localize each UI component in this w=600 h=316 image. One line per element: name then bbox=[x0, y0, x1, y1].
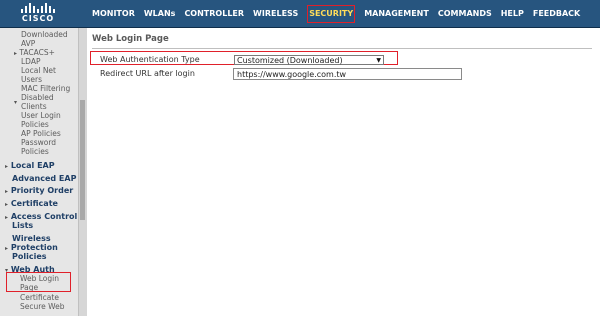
web-auth-type-label: Web Authentication Type bbox=[100, 55, 200, 64]
web-auth-type-value: Customized (Downloaded) bbox=[237, 56, 343, 65]
expand-arrow-icon: ▸ bbox=[5, 245, 9, 252]
sidebar-section-wireless[interactable]: Wireless bbox=[12, 234, 51, 243]
nav-monitor[interactable]: MONITOR bbox=[92, 0, 135, 27]
sidebar-item-password[interactable]: Password bbox=[21, 138, 56, 147]
sidebar-item-disabled[interactable]: Disabled bbox=[21, 93, 54, 102]
nav-controller[interactable]: CONTROLLER bbox=[184, 0, 244, 27]
sidebar-item-certificate[interactable]: Certificate bbox=[20, 293, 59, 302]
sidebar-item-password-policies[interactable]: Policies bbox=[21, 147, 49, 156]
nav-wireless[interactable]: WIRELESS bbox=[253, 0, 298, 27]
nav-wlans[interactable]: WLANs bbox=[144, 0, 176, 27]
sidebar-item-policies[interactable]: Policies bbox=[21, 120, 49, 129]
sidebar-section-certificate[interactable]: ▸ Certificate bbox=[5, 199, 58, 209]
redirect-url-label: Redirect URL after login bbox=[100, 69, 195, 78]
sidebar-section-lists[interactable]: Lists bbox=[12, 221, 33, 230]
cisco-bars-icon bbox=[8, 3, 68, 13]
web-auth-type-select[interactable]: Customized (Downloaded) ▼ bbox=[234, 55, 384, 65]
nav-management[interactable]: MANAGEMENT bbox=[364, 0, 429, 27]
sidebar-item-avp[interactable]: AVP bbox=[21, 39, 35, 48]
collapse-arrow-icon[interactable]: ▾ bbox=[14, 97, 17, 107]
sidebar-item-local-net[interactable]: Local Net bbox=[21, 66, 56, 75]
redirect-url-input[interactable]: https://www.google.com.tw bbox=[233, 68, 462, 80]
sidebar-scroll-thumb[interactable] bbox=[80, 100, 85, 220]
expand-arrow-icon: ▸ bbox=[5, 201, 9, 208]
sidebar-item-clients[interactable]: Clients bbox=[21, 102, 47, 111]
cisco-logo: CISCO bbox=[8, 3, 68, 24]
sidebar-item-mac-filtering[interactable]: MAC Filtering bbox=[21, 84, 70, 93]
page-title: Web Login Page bbox=[92, 34, 169, 44]
main-menu: MONITOR WLANs CONTROLLER WIRELESS SECURI… bbox=[92, 0, 589, 27]
brand-name: CISCO bbox=[21, 14, 55, 23]
dropdown-arrow-icon: ▼ bbox=[376, 57, 381, 64]
nav-feedback[interactable]: FEEDBACK bbox=[533, 0, 580, 27]
title-divider bbox=[92, 48, 592, 49]
sidebar-item-secure-web[interactable]: Secure Web bbox=[20, 302, 65, 311]
nav-help[interactable]: HELP bbox=[501, 0, 524, 27]
highlight-web-login-page bbox=[6, 272, 71, 292]
expand-arrow-icon: ▸ bbox=[5, 163, 9, 170]
nav-commands[interactable]: COMMANDS bbox=[438, 0, 492, 27]
nav-security[interactable]: SECURITY bbox=[307, 0, 356, 27]
sidebar-item-users[interactable]: Users bbox=[21, 75, 42, 84]
sidebar-section-advanced-eap[interactable]: Advanced EAP bbox=[12, 174, 76, 183]
top-navigation-bar: CISCO MONITOR WLANs CONTROLLER WIRELESS … bbox=[0, 0, 600, 28]
sidebar-section-protection-policies[interactable]: Policies bbox=[12, 252, 47, 261]
sidebar-section-priority-order[interactable]: ▸ Priority Order bbox=[5, 186, 73, 196]
sidebar-item-ap-policies[interactable]: AP Policies bbox=[21, 129, 61, 138]
expand-arrow-icon: ▸ bbox=[5, 188, 9, 195]
expand-arrow-icon: ▸ bbox=[14, 50, 18, 57]
expand-arrow-icon: ▸ bbox=[5, 214, 9, 221]
sidebar-section-local-eap[interactable]: ▸ Local EAP bbox=[5, 161, 55, 171]
sidebar-item-ldap[interactable]: LDAP bbox=[21, 57, 40, 66]
sidebar-item-downloaded[interactable]: Downloaded bbox=[21, 30, 68, 39]
sidebar: Downloaded AVP ▸ TACACS+ LDAP Local Net … bbox=[0, 28, 78, 316]
sidebar-item-user-login[interactable]: User Login bbox=[21, 111, 61, 120]
